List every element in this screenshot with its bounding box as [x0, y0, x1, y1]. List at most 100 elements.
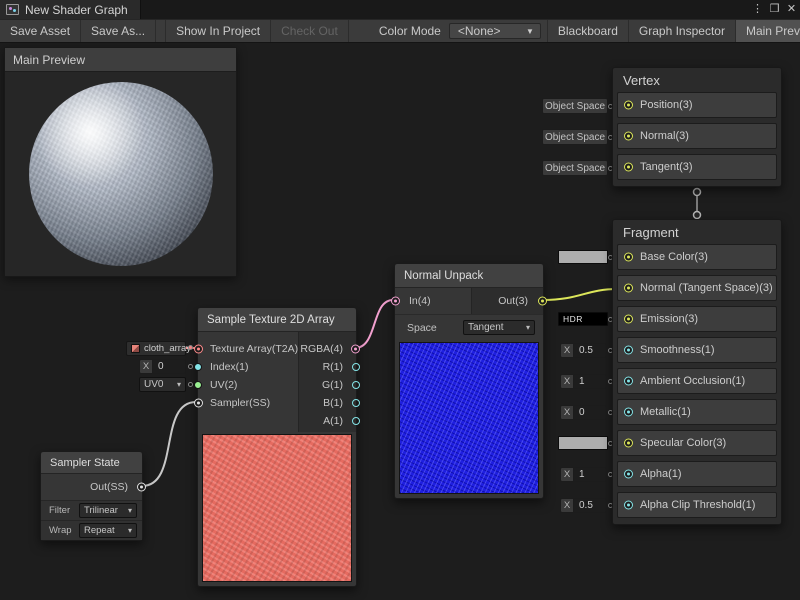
normal-tangent-input-port[interactable] — [624, 284, 633, 293]
edge-samplerstate-to-sampler[interactable] — [142, 402, 196, 486]
sample-texture-2d-array-node[interactable]: Sample Texture 2D Array Texture Array(T2… — [197, 307, 357, 587]
normal-space-dropdown[interactable]: Object Space — [542, 129, 608, 145]
tangent-space-dropdown[interactable]: Object Space — [542, 160, 608, 176]
block-normal[interactable]: Normal(3) — [617, 123, 777, 149]
main-preview-panel[interactable]: Main Preview — [4, 47, 237, 277]
chevron-down-icon: ▾ — [177, 380, 181, 389]
metallic-float-field[interactable]: X 0 — [560, 405, 607, 420]
texture-array-object-field[interactable]: cloth_array — [126, 341, 186, 356]
block-tangent[interactable]: Tangent(3) — [617, 154, 777, 180]
r-output-port[interactable] — [352, 363, 360, 371]
filter-dropdown[interactable]: Trilinear ▾ — [79, 503, 137, 518]
block-ambient-occlusion[interactable]: Ambient Occlusion(1) — [617, 368, 777, 394]
index-float-field[interactable]: X 0 — [139, 359, 186, 374]
base-color-swatch[interactable] — [558, 250, 608, 264]
alpha-clip-input-port[interactable] — [624, 501, 633, 510]
output-row-b: B(1) — [299, 394, 356, 412]
input-row-index: Index(1) — [198, 358, 300, 376]
in-input-port[interactable] — [391, 297, 400, 306]
close-icon[interactable]: ✕ — [783, 0, 800, 19]
document-tab[interactable]: New Shader Graph — [0, 0, 141, 19]
specular-color-swatch[interactable] — [558, 436, 608, 450]
sampler-input-port[interactable] — [194, 399, 203, 408]
vertex-stack-connector-port[interactable] — [694, 189, 701, 196]
alpha-float-field[interactable]: X 1 — [560, 467, 607, 482]
normal-unpack-node-title[interactable]: Normal Unpack — [395, 264, 543, 288]
edge-rgba-to-in[interactable] — [355, 300, 393, 348]
color-mode-dropdown[interactable]: <None> ▼ — [449, 23, 541, 39]
alpha-clip-float-field[interactable]: X 0.5 — [560, 498, 607, 513]
block-label: Alpha Clip Threshold(1) — [640, 499, 755, 511]
out-ss-output-port[interactable] — [137, 483, 146, 492]
float-value[interactable]: 0 — [152, 359, 186, 374]
a-output-port[interactable] — [352, 417, 360, 425]
space-dropdown[interactable]: Tangent ▾ — [463, 320, 535, 335]
toolbar: Save Asset Save As... Show In Project Ch… — [0, 19, 800, 43]
b-output-port[interactable] — [352, 399, 360, 407]
position-space-dropdown[interactable]: Object Space — [542, 98, 608, 114]
float-value[interactable]: 0.5 — [573, 498, 607, 513]
wrap-dropdown[interactable]: Repeat ▾ — [79, 523, 137, 538]
maximize-icon[interactable]: ❒ — [766, 0, 783, 19]
float-value[interactable]: 1 — [573, 374, 607, 389]
sample-texture-node-title[interactable]: Sample Texture 2D Array — [198, 308, 356, 332]
base-color-input-port[interactable] — [624, 253, 633, 262]
normal-unpack-node[interactable]: Normal Unpack In(4) Out(3) Space Tangent… — [394, 263, 544, 499]
save-asset-button[interactable]: Save Asset — [0, 20, 81, 42]
normal-input-port[interactable] — [624, 132, 633, 141]
vertex-node[interactable]: Vertex Position(3) Normal(3) Tangent(3) — [612, 67, 782, 187]
graph-inspector-toggle-button[interactable]: Graph Inspector — [629, 20, 736, 42]
metallic-input-port[interactable] — [624, 408, 633, 417]
input-row-sampler: Sampler(SS) — [198, 394, 300, 412]
uv-channel-dropdown[interactable]: UV0 ▾ — [139, 377, 186, 392]
window-menu-icon[interactable]: ⋮ — [749, 0, 766, 19]
main-preview-toggle-button[interactable]: Main Preview — [736, 20, 800, 42]
texture-array-input-port[interactable] — [194, 345, 203, 354]
main-preview-panel-title[interactable]: Main Preview — [5, 48, 236, 72]
block-alpha[interactable]: Alpha(1) — [617, 461, 777, 487]
emission-hdr-field[interactable]: HDR — [558, 312, 608, 326]
fragment-node[interactable]: Fragment Base Color(3) Normal (Tangent S… — [612, 219, 782, 525]
widget-link-dot — [188, 382, 193, 387]
ambient-occlusion-input-port[interactable] — [624, 377, 633, 386]
ambient-occlusion-float-field[interactable]: X 1 — [560, 374, 607, 389]
block-label: Normal (Tangent Space)(3) — [640, 282, 773, 294]
sampler-state-node-title[interactable]: Sampler State — [41, 452, 142, 474]
block-emission[interactable]: Emission(3) — [617, 306, 777, 332]
blackboard-toggle-button[interactable]: Blackboard — [547, 20, 629, 42]
smoothness-float-field[interactable]: X 0.5 — [560, 343, 607, 358]
fragment-node-title[interactable]: Fragment — [617, 220, 777, 244]
block-base-color[interactable]: Base Color(3) — [617, 244, 777, 270]
shader-preview-sphere — [29, 82, 213, 266]
smoothness-input-port[interactable] — [624, 346, 633, 355]
block-specular-color[interactable]: Specular Color(3) — [617, 430, 777, 456]
save-as-button[interactable]: Save As... — [81, 20, 156, 42]
tangent-input-port[interactable] — [624, 163, 633, 172]
fragment-stack-connector-port[interactable] — [694, 212, 701, 219]
g-output-port[interactable] — [352, 381, 360, 389]
sampler-state-node[interactable]: Sampler State Out(SS) Filter Trilinear ▾… — [40, 451, 143, 541]
out-output-port[interactable] — [538, 297, 547, 306]
block-alpha-clip-threshold[interactable]: Alpha Clip Threshold(1) — [617, 492, 777, 518]
specular-color-input-port[interactable] — [624, 439, 633, 448]
graph-canvas[interactable]: Main Preview Vertex Position(3) Normal(3… — [0, 43, 800, 600]
edge-out-to-normal[interactable] — [543, 289, 618, 300]
alpha-input-port[interactable] — [624, 470, 633, 479]
float-value[interactable]: 0.5 — [573, 343, 607, 358]
show-in-project-button[interactable]: Show In Project — [165, 20, 271, 42]
block-smoothness[interactable]: Smoothness(1) — [617, 337, 777, 363]
position-input-port[interactable] — [624, 101, 633, 110]
emission-input-port[interactable] — [624, 315, 633, 324]
widget-link-dot — [188, 364, 193, 369]
vertex-node-title[interactable]: Vertex — [617, 68, 777, 92]
float-value[interactable]: 0 — [573, 405, 607, 420]
block-normal-tangent-space[interactable]: Normal (Tangent Space)(3) — [617, 275, 777, 301]
block-metallic[interactable]: Metallic(1) — [617, 399, 777, 425]
float-value[interactable]: 1 — [573, 467, 607, 482]
index-input-port[interactable] — [194, 363, 202, 371]
block-position[interactable]: Position(3) — [617, 92, 777, 118]
cloth-texture-preview — [202, 434, 352, 582]
block-label: Alpha(1) — [640, 468, 682, 480]
rgba-output-port[interactable] — [351, 345, 360, 354]
uv-input-port[interactable] — [194, 381, 202, 389]
